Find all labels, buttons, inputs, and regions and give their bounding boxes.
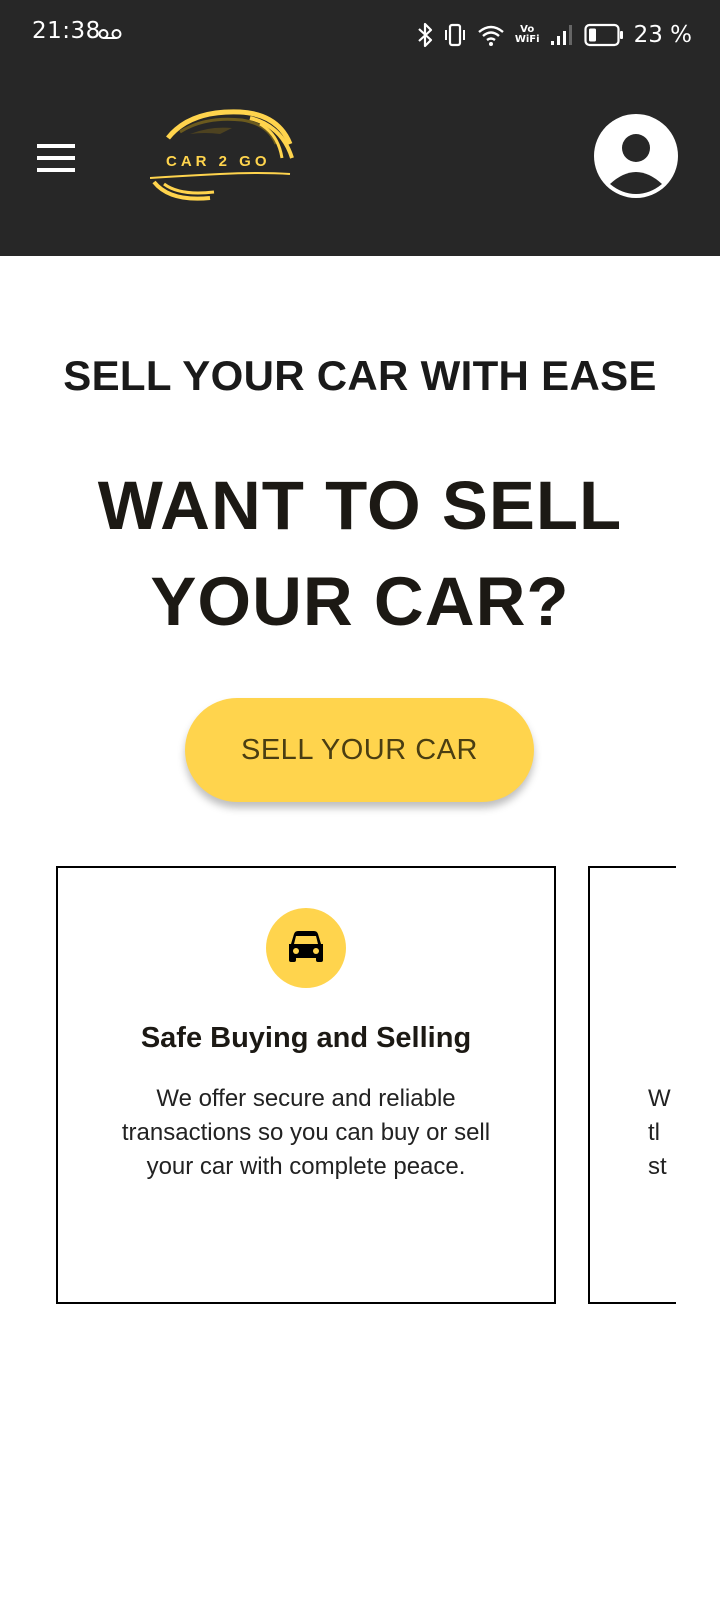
battery-percentage: 23 % (633, 22, 692, 48)
feature-description-partial: W tl st (648, 1085, 671, 1180)
sell-your-car-button[interactable]: SELL YOUR CAR (185, 698, 534, 802)
hamburger-menu-icon[interactable] (37, 144, 75, 172)
vowifi-label: Vo WiFi (514, 24, 540, 45)
app-header: CAR 2 GO (0, 70, 720, 256)
bluetooth-icon (418, 22, 432, 48)
feature-icon-badge (266, 908, 346, 988)
hero-headline-line-2: YOUR CAR? (150, 563, 570, 640)
status-icons: Vo WiFi 23 % (417, 18, 692, 52)
vibrate-icon (444, 23, 465, 47)
signal-icon (550, 25, 572, 45)
feature-card-partial: W tl st (588, 866, 676, 1304)
feature-description: We offer secure and reliable transaction… (121, 1085, 491, 1180)
car-icon (289, 931, 323, 962)
car2go-logo: CAR 2 GO (150, 109, 294, 201)
logo-text: CAR 2 GO (166, 153, 271, 170)
hero-headline-line-1: WANT TO SELL (97, 467, 623, 544)
hero-headline: WANT TO SELL YOUR CAR? (60, 458, 660, 650)
account-circle-icon[interactable] (592, 112, 680, 200)
status-time: 21:38 (32, 18, 101, 44)
feature-title: Safe Buying and Selling (140, 1022, 472, 1054)
feature-card: Safe Buying and Selling We offer secure … (56, 866, 556, 1304)
wifi-icon (478, 25, 504, 46)
status-bar: 21:38 Vo WiFi 23 % (0, 0, 720, 70)
voicemail-icon (98, 29, 122, 39)
battery-icon (583, 23, 623, 47)
hero-subtitle: SELL YOUR CAR WITH EASE (63, 352, 657, 399)
